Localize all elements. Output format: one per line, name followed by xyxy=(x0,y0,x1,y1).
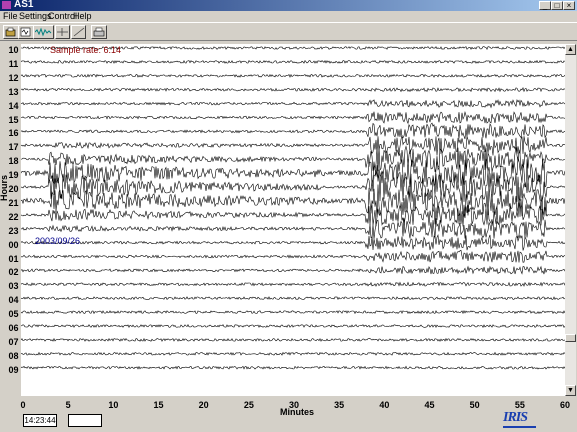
hour-label: 14 xyxy=(8,100,19,111)
hour-label: 17 xyxy=(8,142,19,153)
minimize-button[interactable]: _ xyxy=(539,1,551,10)
hour-label: 18 xyxy=(8,156,19,167)
hour-trace xyxy=(21,59,565,64)
open-button[interactable] xyxy=(3,25,19,39)
minute-tick-label: 20 xyxy=(198,400,209,410)
minute-tick-label: 35 xyxy=(334,400,345,410)
hour-label: 02 xyxy=(8,267,19,278)
minute-tick-label: 25 xyxy=(243,400,254,410)
hour-label: 01 xyxy=(8,253,19,264)
hour-label: 20 xyxy=(8,184,19,194)
hour-label: 06 xyxy=(8,323,19,333)
menu-bar: File Settings Control Help xyxy=(0,11,577,22)
hour-label: 15 xyxy=(8,114,19,125)
waveform-button[interactable] xyxy=(33,25,54,39)
minute-tick-label: 40 xyxy=(379,400,390,410)
hour-label: 07 xyxy=(8,336,19,347)
vertical-scrollbar[interactable]: ▲ ▼ xyxy=(565,44,576,396)
hour-label: 08 xyxy=(8,350,19,361)
minute-tick-label: 50 xyxy=(469,400,480,410)
toolbar xyxy=(0,22,577,41)
minute-tick-label: 0 xyxy=(20,400,26,410)
app-icon xyxy=(2,1,11,9)
hour-trace xyxy=(21,365,565,370)
menu-settings[interactable]: Settings xyxy=(19,11,52,22)
hour-trace xyxy=(21,296,565,301)
hour-trace xyxy=(21,218,565,240)
hour-label: 09 xyxy=(8,364,19,375)
hour-label: 00 xyxy=(8,239,19,250)
filter-button[interactable] xyxy=(55,25,70,39)
maximize-button[interactable]: □ xyxy=(551,1,563,10)
hour-trace xyxy=(21,73,565,78)
waveform-settings-icon xyxy=(20,27,31,37)
iris-logo-underline xyxy=(503,426,536,428)
minutes-axis-label: Minutes xyxy=(280,407,315,417)
close-button[interactable]: × xyxy=(563,1,575,10)
scroll-thumb[interactable] xyxy=(565,334,576,342)
title-bar: AS1 _ □ × xyxy=(0,0,577,11)
trend-button[interactable] xyxy=(71,25,86,39)
hour-trace xyxy=(21,202,565,227)
hour-label: 11 xyxy=(8,58,19,69)
minute-tick-label: 60 xyxy=(559,400,570,410)
menu-file[interactable]: File xyxy=(3,11,18,22)
hour-label: 05 xyxy=(8,309,19,320)
hour-label: 16 xyxy=(8,128,19,139)
hour-label: 21 xyxy=(8,197,19,208)
hour-label: 22 xyxy=(8,211,19,222)
hour-trace xyxy=(21,156,565,188)
seismogram-traces xyxy=(21,46,565,370)
waveform-icon xyxy=(35,27,52,37)
hour-trace xyxy=(21,86,565,93)
printer-icon xyxy=(93,27,105,37)
hour-trace xyxy=(21,351,565,356)
minute-tick-label: 45 xyxy=(424,400,435,410)
minute-tick-label: 55 xyxy=(514,400,525,410)
hour-label: 04 xyxy=(8,295,19,306)
window-title: AS1 xyxy=(14,0,34,10)
hour-trace xyxy=(21,233,565,251)
settings-button[interactable] xyxy=(18,25,34,39)
minute-tick-label: 10 xyxy=(108,400,119,410)
scroll-down-button[interactable]: ▼ xyxy=(565,385,576,396)
hour-trace xyxy=(21,135,565,156)
hour-label: 13 xyxy=(8,86,19,97)
hour-label: 19 xyxy=(8,170,19,181)
menu-help[interactable]: Help xyxy=(73,11,92,22)
open-icon xyxy=(5,27,16,37)
hour-label: 12 xyxy=(8,72,19,83)
hour-trace xyxy=(21,324,565,329)
hour-trace xyxy=(21,281,565,287)
hour-trace xyxy=(21,265,565,275)
hour-label: 03 xyxy=(8,281,19,292)
hour-label: 23 xyxy=(8,225,19,236)
hour-trace xyxy=(21,337,565,342)
hour-trace xyxy=(21,310,565,315)
scroll-up-button[interactable]: ▲ xyxy=(565,44,576,55)
helicorder-plot xyxy=(21,44,565,396)
date-label: 2003/09/26 xyxy=(35,236,81,246)
current-time-display: 14:23:44 xyxy=(23,414,57,427)
status-field xyxy=(68,414,102,427)
sample-rate-label: Sample rate: 6.14 xyxy=(50,45,122,55)
iris-logo: IRIS xyxy=(503,410,528,425)
trend-icon xyxy=(73,27,85,37)
minute-tick-label: 5 xyxy=(65,400,71,410)
hour-trace xyxy=(21,122,565,140)
hour-trace xyxy=(21,99,565,109)
hour-trace xyxy=(21,249,565,263)
filter-icon xyxy=(57,28,68,36)
minute-tick-label: 15 xyxy=(153,400,164,410)
hour-trace xyxy=(21,111,565,125)
print-button[interactable] xyxy=(91,25,107,39)
hour-label: 10 xyxy=(8,45,19,55)
